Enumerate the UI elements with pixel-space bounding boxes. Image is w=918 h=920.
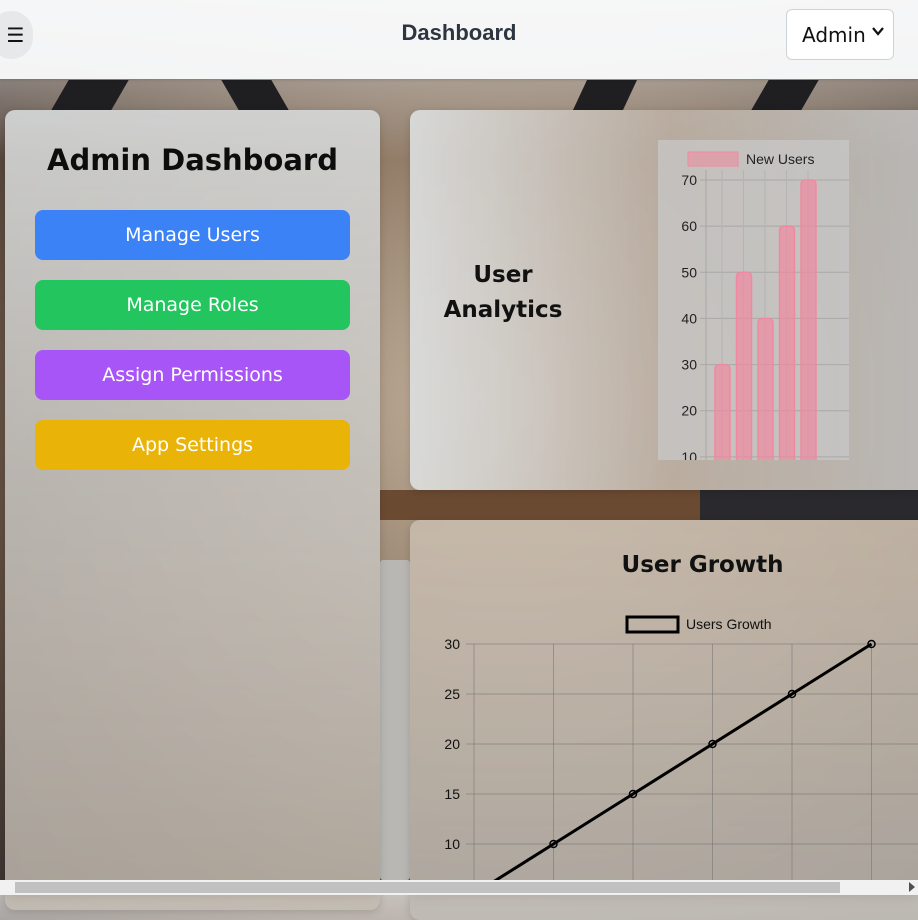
bar-new-users — [714, 363, 731, 460]
background-shelf — [700, 490, 918, 520]
role-select-value: Admin — [802, 22, 866, 47]
y-tick-label: 20 — [444, 736, 460, 752]
admin-panel-card: Admin Dashboard Manage Users Manage Role… — [5, 110, 380, 910]
users-growth-line-chart: Users Growth 30 25 20 15 10 — [444, 615, 918, 880]
bar-new-users — [800, 179, 817, 460]
y-tick-label: 30 — [681, 357, 697, 373]
manage-users-button[interactable]: Manage Users — [35, 210, 350, 260]
user-growth-card: User Growth Users Growth 30 25 20 15 10 — [410, 520, 918, 920]
legend-label: New Users — [746, 151, 814, 167]
background-light-fixture — [221, 80, 289, 110]
user-analytics-card: User Analytics New Users706050403020100 — [410, 110, 918, 490]
scroll-right-arrow-icon[interactable] — [909, 882, 915, 892]
bar-new-users — [778, 225, 796, 460]
y-tick-label: 40 — [681, 310, 697, 326]
background-light-fixture — [51, 80, 129, 110]
page-title: Dashboard — [401, 20, 517, 45]
scrollbar-thumb[interactable] — [15, 882, 840, 893]
y-tick-label: 30 — [444, 636, 460, 652]
y-tick-label: 15 — [444, 786, 460, 802]
new-users-bar-chart: New Users706050403020100 — [681, 151, 849, 460]
y-tick-label: 20 — [681, 403, 697, 419]
role-select[interactable]: Admin — [786, 9, 894, 60]
background-chair — [380, 560, 410, 880]
y-tick-label: 10 — [681, 449, 697, 460]
legend-swatch — [625, 615, 680, 634]
y-tick-label: 25 — [444, 686, 460, 702]
legend-swatch — [687, 151, 739, 167]
manage-roles-button[interactable]: Manage Roles — [35, 280, 350, 330]
background-light-fixture — [751, 80, 819, 110]
y-tick-label: 70 — [681, 172, 697, 188]
admin-panel-title: Admin Dashboard — [47, 143, 338, 177]
background-light-fixture — [573, 80, 637, 110]
chevron-down-icon — [872, 22, 884, 41]
legend-label: Users Growth — [686, 616, 772, 632]
assign-permissions-button[interactable]: Assign Permissions — [35, 350, 350, 400]
y-tick-label: 10 — [444, 836, 460, 852]
users-growth-line — [493, 642, 873, 880]
bar-new-users — [735, 271, 753, 460]
top-navbar: ☰ Dashboard Admin — [0, 0, 918, 79]
y-tick-label: 60 — [681, 218, 697, 234]
app-settings-button[interactable]: App Settings — [35, 420, 350, 470]
user-analytics-title: User Analytics — [443, 262, 563, 323]
y-tick-label: 50 — [681, 264, 697, 280]
new-users-chart: New Users706050403020100 — [658, 140, 849, 460]
horizontal-scrollbar[interactable] — [0, 880, 918, 895]
bar-new-users — [757, 317, 774, 460]
